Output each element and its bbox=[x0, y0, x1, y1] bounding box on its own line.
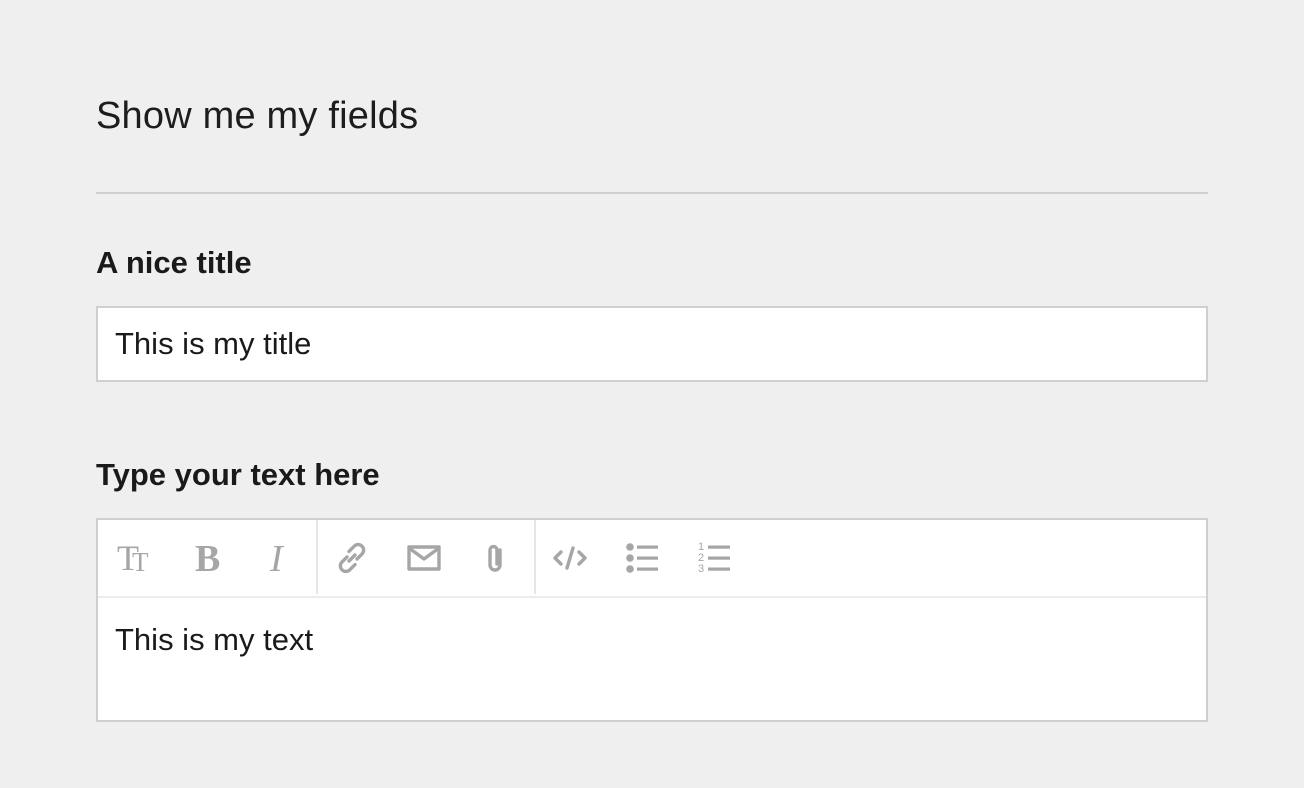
editor-toolbar: T T B I 1 2 3 bbox=[98, 520, 1206, 598]
italic-icon: I bbox=[269, 538, 285, 578]
link-button[interactable] bbox=[322, 528, 382, 588]
email-button[interactable] bbox=[394, 528, 454, 588]
editor-content[interactable]: This is my text bbox=[115, 620, 313, 660]
bold-icon: B bbox=[195, 538, 220, 578]
divider bbox=[96, 192, 1208, 194]
insert-group bbox=[316, 520, 536, 594]
italic-button[interactable]: I bbox=[249, 528, 309, 588]
heading-icon: T T bbox=[117, 538, 149, 578]
bullet-list-button[interactable] bbox=[612, 528, 672, 588]
page-title: Show me my fields bbox=[96, 95, 419, 137]
title-input[interactable] bbox=[96, 306, 1208, 382]
svg-text:I: I bbox=[269, 538, 285, 578]
attachment-button[interactable] bbox=[466, 528, 526, 588]
title-field-label: A nice title bbox=[96, 245, 252, 280]
code-button[interactable] bbox=[540, 528, 600, 588]
block-group: 1 2 3 bbox=[534, 520, 752, 594]
code-icon bbox=[553, 546, 587, 570]
attachment-icon bbox=[488, 544, 502, 572]
rich-text-editor: T T B I 1 2 3 This is my text bbox=[96, 518, 1208, 722]
heading-button[interactable]: T T bbox=[105, 528, 165, 588]
text-format-group: T T B I bbox=[98, 520, 316, 594]
bold-button[interactable]: B bbox=[177, 528, 237, 588]
text-field-label: Type your text here bbox=[96, 457, 380, 492]
link-icon bbox=[338, 542, 366, 574]
bullet-list-icon bbox=[626, 543, 658, 573]
numbered-list-digit: 3 bbox=[698, 563, 704, 575]
svg-text:B: B bbox=[195, 538, 220, 578]
numbered-list-icon: 1 2 3 bbox=[698, 541, 730, 575]
numbered-list-button[interactable]: 1 2 3 bbox=[684, 528, 744, 588]
email-icon bbox=[407, 545, 441, 571]
svg-text:T: T bbox=[132, 547, 149, 577]
